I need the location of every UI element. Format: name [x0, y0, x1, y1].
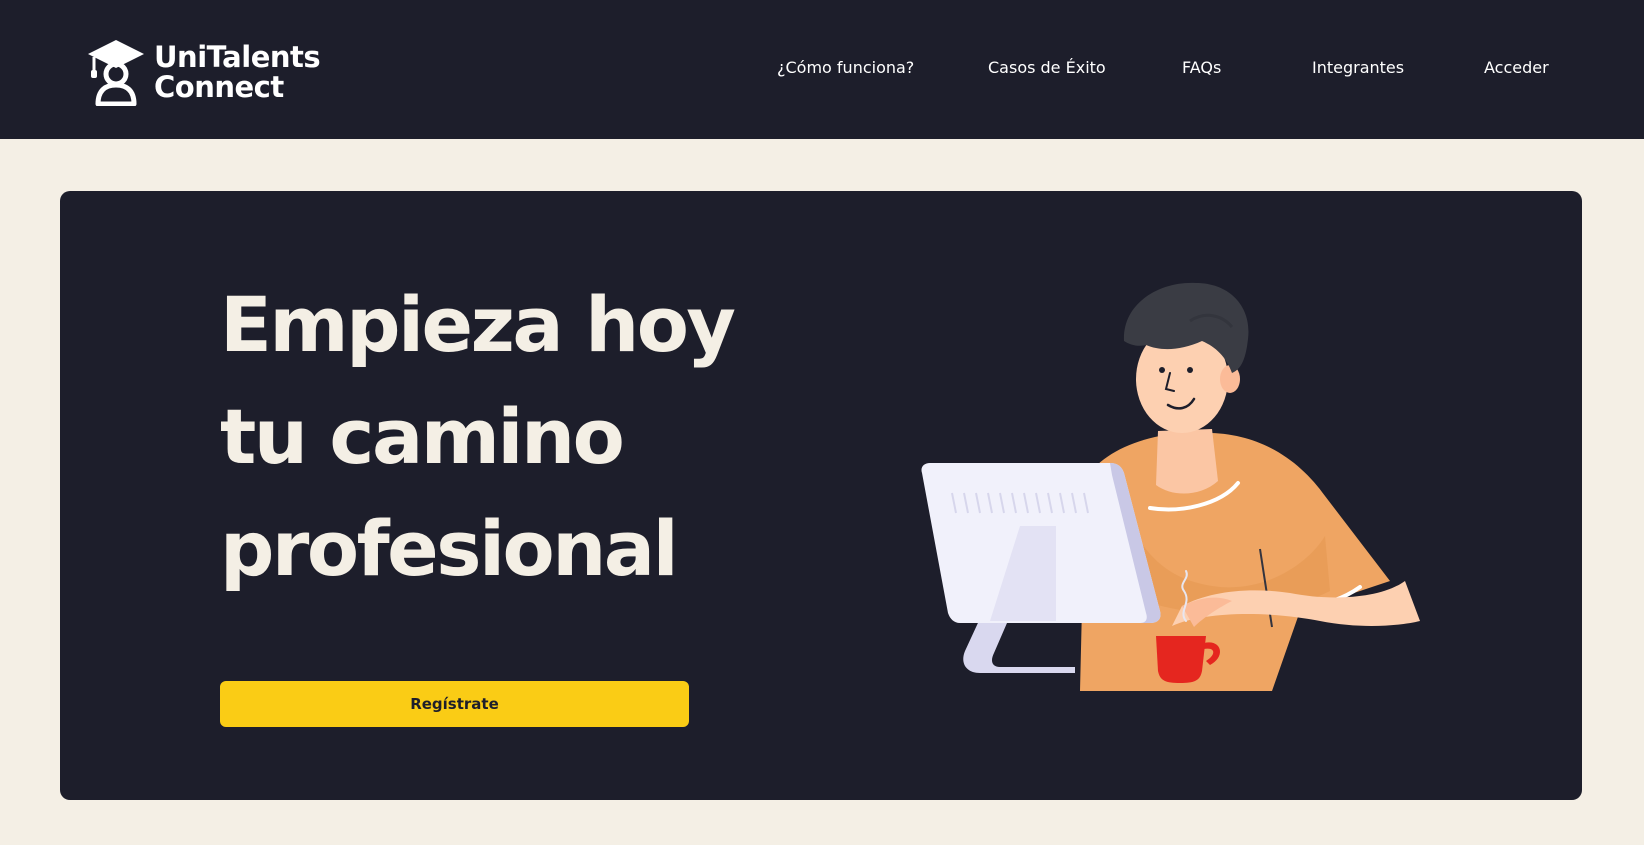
neck	[1156, 429, 1218, 494]
hero-card: Empieza hoy tu camino profesional Regíst…	[60, 191, 1582, 800]
hero-title: Empieza hoy tu camino profesional	[220, 269, 780, 605]
top-navbar: UniTalents Connect ¿Cómo funciona? Casos…	[0, 0, 1644, 139]
person-at-computer-illustration	[921, 282, 1420, 691]
nav-members[interactable]: Integrantes	[1312, 56, 1404, 80]
hero-title-line-1: Empieza hoy	[220, 280, 736, 369]
register-button[interactable]: Regístrate	[220, 681, 689, 727]
nav-how-it-works[interactable]: ¿Cómo funciona?	[777, 56, 914, 80]
hero-title-line-3: profesional	[220, 504, 679, 593]
nav-faqs[interactable]: FAQs	[1182, 56, 1221, 80]
hero-title-line-2: tu camino	[220, 392, 625, 481]
nav-login[interactable]: Acceder	[1484, 56, 1549, 80]
nav-success-stories[interactable]: Casos de Éxito	[988, 56, 1106, 80]
main-nav: ¿Cómo funciona? Casos de Éxito FAQs Inte…	[0, 56, 1644, 80]
